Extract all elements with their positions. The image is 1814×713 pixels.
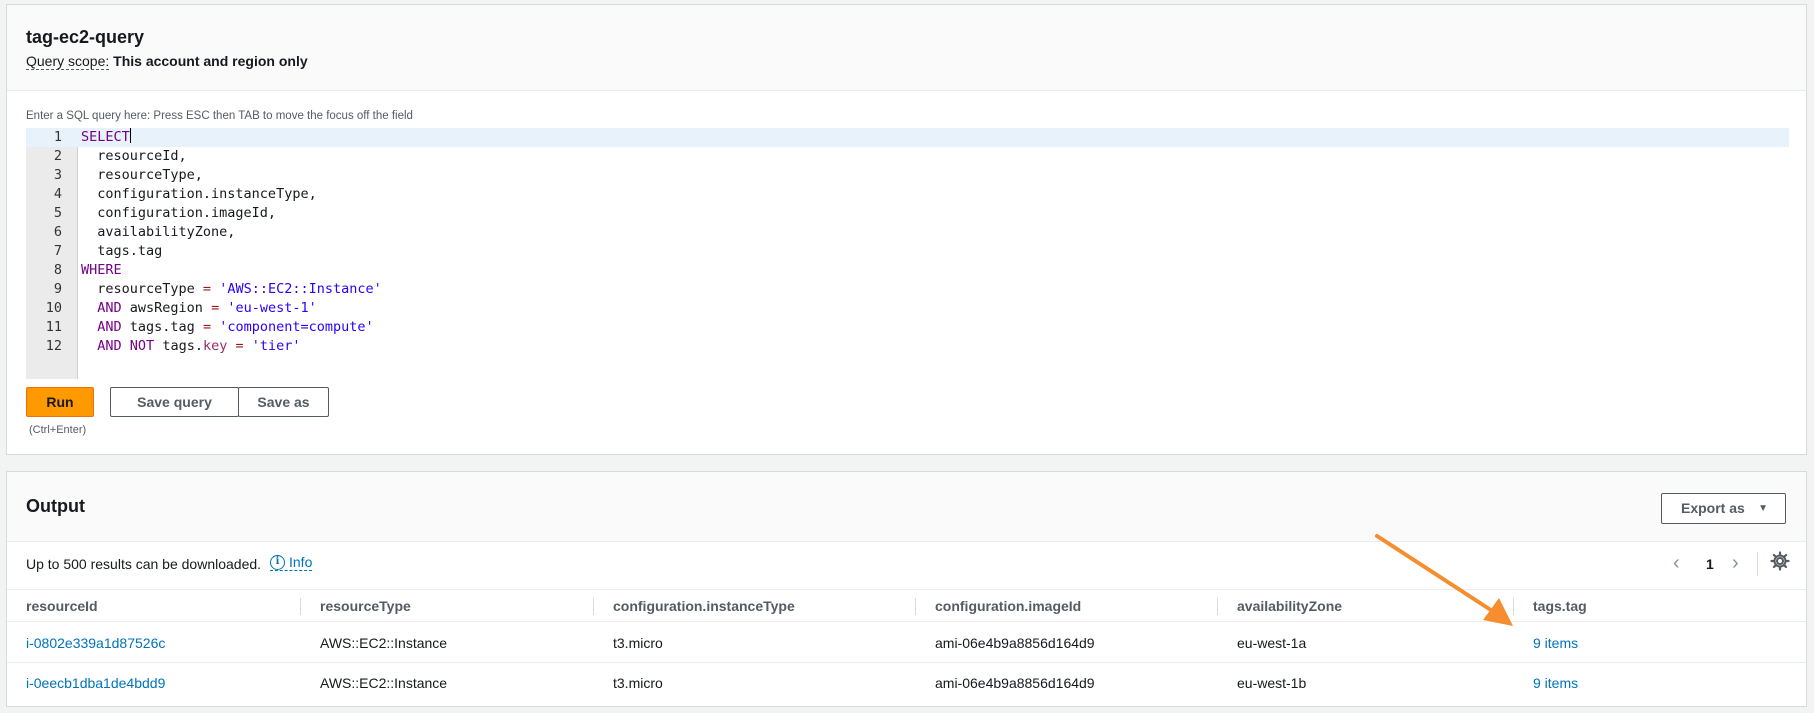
run-shortcut-hint: (Ctrl+Enter): [29, 424, 87, 436]
output-title: Output: [26, 496, 85, 516]
code-text[interactable]: configuration.instanceType,: [81, 185, 316, 204]
column-header[interactable]: configuration.instanceType: [594, 590, 795, 623]
code-text[interactable]: resourceType,: [81, 166, 203, 185]
code-line[interactable]: 5 configuration.imageId,: [26, 204, 1789, 223]
info-link[interactable]: i Info: [270, 554, 313, 571]
code-text[interactable]: availabilityZone,: [81, 223, 235, 242]
info-label: Info: [289, 554, 313, 570]
tags-items-link[interactable]: 9 items: [1514, 623, 1578, 663]
sql-editor[interactable]: 1 SELECT 2 resourceId, 3 resourceType, 4…: [26, 128, 1789, 379]
text-cursor: [129, 128, 131, 143]
table-cell: AWS::EC2::Instance: [320, 635, 448, 651]
line-number: 5: [53, 205, 62, 221]
export-as-label: Export as: [1681, 500, 1745, 516]
chevron-right-icon[interactable]: ›: [1732, 552, 1739, 575]
tags-items-link[interactable]: 9 items: [1514, 663, 1578, 703]
query-scope-value: This account and region only: [113, 53, 308, 69]
code-line[interactable]: 4 configuration.instanceType,: [26, 185, 1789, 204]
column-header[interactable]: tags.tag: [1514, 590, 1587, 623]
line-number: 4: [53, 186, 62, 202]
query-scope-label[interactable]: Query scope:: [26, 53, 110, 70]
line-number: 11: [45, 319, 62, 335]
output-panel: Output Export as ▼ Up to 500 results can…: [6, 471, 1807, 707]
download-limit-note: Up to 500 results can be downloaded.: [26, 556, 262, 572]
query-editor-panel: tag-ec2-query Query scope: This account …: [6, 4, 1807, 455]
editor-hint: Enter a SQL query here: Press ESC then T…: [26, 110, 413, 122]
query-scope: Query scope: This account and region onl…: [26, 53, 1806, 70]
resource-id-link[interactable]: i-0802e339a1d87526c: [7, 623, 165, 663]
column-header[interactable]: availabilityZone: [1218, 590, 1342, 623]
code-line[interactable]: 2 resourceId,: [26, 147, 1789, 166]
save-as-button[interactable]: Save as: [238, 387, 329, 417]
code-text[interactable]: AND NOT tags.key = 'tier': [81, 337, 300, 356]
code-text[interactable]: AND awsRegion = 'eu-west-1': [81, 299, 316, 318]
column-header[interactable]: resourceId: [7, 590, 98, 623]
page-number[interactable]: 1: [1706, 556, 1714, 572]
output-header: [7, 472, 1806, 542]
code-line[interactable]: 6 availabilityZone,: [26, 223, 1789, 242]
table-cell: eu-west-1a: [1237, 635, 1307, 651]
gear-icon[interactable]: [1770, 551, 1790, 571]
table-cell: ami-06e4b9a8856d164d9: [935, 675, 1095, 691]
code-line[interactable]: 10 AND awsRegion = 'eu-west-1': [26, 299, 1789, 318]
table-cell: t3.micro: [613, 635, 663, 651]
code-text[interactable]: SELECT: [81, 128, 131, 147]
line-number: 6: [53, 224, 62, 240]
table-cell: AWS::EC2::Instance: [320, 675, 448, 691]
save-query-button[interactable]: Save query: [110, 387, 239, 417]
code-text[interactable]: tags.tag: [81, 242, 162, 261]
code-line[interactable]: 11 AND tags.tag = 'component=compute': [26, 318, 1789, 337]
code-text[interactable]: WHERE: [81, 261, 122, 280]
line-number: 1: [53, 129, 62, 145]
line-number: 10: [45, 300, 62, 316]
code-text[interactable]: AND tags.tag = 'component=compute': [81, 318, 373, 337]
line-number: 3: [53, 167, 62, 183]
column-header[interactable]: configuration.imageId: [916, 590, 1081, 623]
export-as-button[interactable]: Export as ▼: [1661, 493, 1786, 524]
query-title: tag-ec2-query: [26, 27, 145, 47]
table-cell: eu-west-1b: [1237, 675, 1307, 691]
results-table-header: resourceId resourceType configuration.in…: [7, 589, 1806, 622]
column-header[interactable]: resourceType: [301, 590, 411, 623]
info-icon: i: [270, 554, 285, 570]
line-number: 7: [53, 243, 62, 259]
table-row: i-0802e339a1d87526c AWS::EC2::Instance t…: [7, 623, 1806, 663]
line-number: 2: [53, 148, 62, 164]
table-cell: t3.micro: [613, 675, 663, 691]
code-line[interactable]: 8 WHERE: [26, 261, 1789, 280]
code-line[interactable]: 1 SELECT: [26, 128, 1789, 147]
run-button[interactable]: Run: [26, 387, 94, 417]
code-line[interactable]: 3 resourceType,: [26, 166, 1789, 185]
line-number: 8: [53, 262, 62, 278]
query-header: tag-ec2-query Query scope: This account …: [7, 5, 1806, 91]
code-text[interactable]: configuration.imageId,: [81, 204, 276, 223]
code-text[interactable]: resourceId,: [81, 147, 186, 166]
code-line[interactable]: 7 tags.tag: [26, 242, 1789, 261]
code-text[interactable]: resourceType = 'AWS::EC2::Instance': [81, 280, 382, 299]
code-line[interactable]: 12 AND NOT tags.key = 'tier': [26, 337, 1789, 356]
line-number: 12: [45, 338, 62, 354]
table-cell: ami-06e4b9a8856d164d9: [935, 635, 1095, 651]
code-line[interactable]: 9 resourceType = 'AWS::EC2::Instance': [26, 280, 1789, 299]
chevron-left-icon[interactable]: ‹: [1673, 552, 1680, 575]
pagination-divider: [1757, 552, 1758, 576]
resource-id-link[interactable]: i-0eecb1dba1de4bdd9: [7, 663, 165, 703]
caret-down-icon: ▼: [1758, 503, 1768, 514]
line-number: 9: [53, 281, 62, 297]
table-row: i-0eecb1dba1de4bdd9 AWS::EC2::Instance t…: [7, 663, 1806, 703]
